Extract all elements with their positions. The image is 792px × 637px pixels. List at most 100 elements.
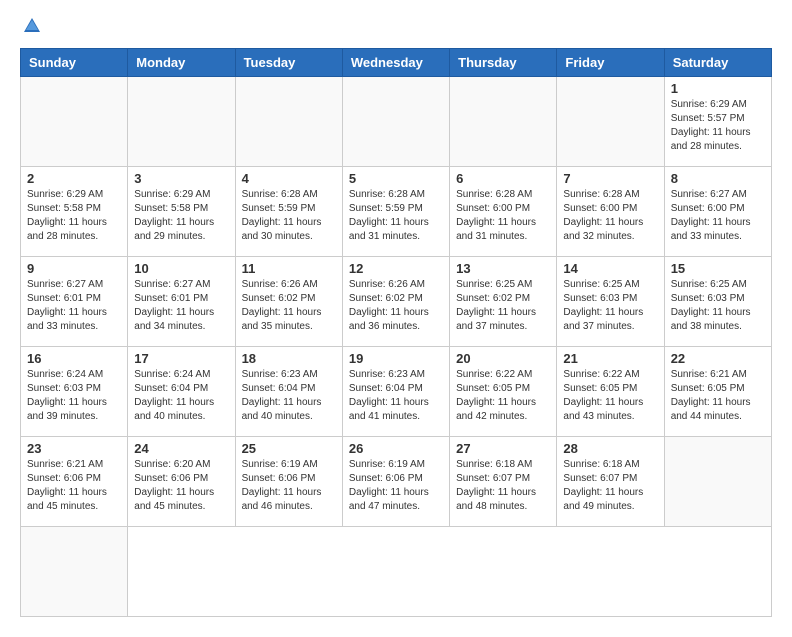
day-info: Sunrise: 6:28 AM Sunset: 6:00 PM Dayligh… <box>456 188 550 244</box>
calendar-week-0: 1 Sunrise: 6:29 AM Sunset: 5:57 PM Daylig… <box>21 77 772 167</box>
calendar-cell-22: 22 Sunrise: 6:21 AM Sunset: 6:05 PM Dayli… <box>664 347 771 437</box>
day-info: Sunrise: 6:29 AM Sunset: 5:58 PM Dayligh… <box>27 188 121 244</box>
calendar-cell-25: 25Sunrise: 6:19 AM Sunset: 6:06 PM Dayli… <box>235 437 342 527</box>
calendar-cell-12: 12 Sunrise: 6:26 AM Sunset: 6:02 PM Dayli… <box>342 257 449 347</box>
day-info: Sunrise: 6:28 AM Sunset: 6:00 PM Dayligh… <box>563 188 657 244</box>
day-info: Sunrise: 6:25 AM Sunset: 6:03 PM Dayligh… <box>671 278 765 334</box>
page: SundayMondayTuesdayWednesdayThursdayFrid… <box>0 0 792 637</box>
day-info: Sunrise: 6:27 AM Sunset: 6:01 PM Dayligh… <box>27 278 121 334</box>
day-number: 4 <box>242 171 336 186</box>
day-number: 8 <box>671 171 765 186</box>
calendar-cell-23: 23 Sunrise: 6:21 AM Sunset: 6:06 PM Dayli… <box>21 437 128 527</box>
day-number: 9 <box>27 261 121 276</box>
day-number: 2 <box>27 171 121 186</box>
day-number: 22 <box>671 351 765 366</box>
day-number: 21 <box>563 351 657 366</box>
calendar-cell-24: 24 Sunrise: 6:20 AM Sunset: 6:06 PM Dayli… <box>128 437 235 527</box>
day-number: 10 <box>134 261 228 276</box>
day-info: Sunrise: 6:29 AM Sunset: 5:58 PM Dayligh… <box>134 188 228 244</box>
day-info: Sunrise: 6:18 AM Sunset: 6:07 PM Dayligh… <box>563 458 657 514</box>
day-number: 11 <box>242 261 336 276</box>
day-info: Sunrise: 6:28 AM Sunset: 5:59 PM Dayligh… <box>349 188 443 244</box>
day-info: Sunrise: 6:26 AM Sunset: 6:02 PM Dayligh… <box>349 278 443 334</box>
calendar-cell-empty <box>235 77 342 167</box>
day-number: 15 <box>671 261 765 276</box>
day-info: Sunrise: 6:23 AM Sunset: 6:04 PM Dayligh… <box>349 368 443 424</box>
calendar-cell-17: 17 Sunrise: 6:24 AM Sunset: 6:04 PM Dayli… <box>128 347 235 437</box>
calendar-cell-empty <box>557 77 664 167</box>
calendar-week-3: 16Sunrise: 6:24 AM Sunset: 6:03 PM Dayli… <box>21 347 772 437</box>
calendar-cell-13: 13 Sunrise: 6:25 AM Sunset: 6:02 PM Dayli… <box>450 257 557 347</box>
day-info: Sunrise: 6:18 AM Sunset: 6:07 PM Dayligh… <box>456 458 550 514</box>
weekday-header-sunday: Sunday <box>21 49 128 77</box>
weekday-header-friday: Friday <box>557 49 664 77</box>
day-info: Sunrise: 6:25 AM Sunset: 6:02 PM Dayligh… <box>456 278 550 334</box>
calendar-cell-21: 21 Sunrise: 6:22 AM Sunset: 6:05 PM Dayli… <box>557 347 664 437</box>
day-number: 13 <box>456 261 550 276</box>
day-number: 14 <box>563 261 657 276</box>
calendar-cell-18: 18 Sunrise: 6:23 AM Sunset: 6:04 PM Dayli… <box>235 347 342 437</box>
calendar-cell-11: 11 Sunrise: 6:26 AM Sunset: 6:02 PM Dayli… <box>235 257 342 347</box>
weekday-header-tuesday: Tuesday <box>235 49 342 77</box>
calendar-cell-15: 15 Sunrise: 6:25 AM Sunset: 6:03 PM Dayli… <box>664 257 771 347</box>
calendar-cell-7: 7 Sunrise: 6:28 AM Sunset: 6:00 PM Daylig… <box>557 167 664 257</box>
calendar-cell-26: 26 Sunrise: 6:19 AM Sunset: 6:06 PM Dayli… <box>342 437 449 527</box>
calendar-cell-6: 6Sunrise: 6:28 AM Sunset: 6:00 PM Daylig… <box>450 167 557 257</box>
day-number: 5 <box>349 171 443 186</box>
day-number: 18 <box>242 351 336 366</box>
day-number: 3 <box>134 171 228 186</box>
day-number: 17 <box>134 351 228 366</box>
calendar-cell-empty <box>664 437 771 527</box>
day-number: 27 <box>456 441 550 456</box>
day-number: 19 <box>349 351 443 366</box>
weekday-header-row: SundayMondayTuesdayWednesdayThursdayFrid… <box>21 49 772 77</box>
weekday-header-monday: Monday <box>128 49 235 77</box>
calendar-cell-5: 5 Sunrise: 6:28 AM Sunset: 5:59 PM Daylig… <box>342 167 449 257</box>
day-info: Sunrise: 6:24 AM Sunset: 6:03 PM Dayligh… <box>27 368 121 424</box>
day-number: 7 <box>563 171 657 186</box>
calendar-cell-9: 9 Sunrise: 6:27 AM Sunset: 6:01 PM Daylig… <box>21 257 128 347</box>
day-info: Sunrise: 6:26 AM Sunset: 6:02 PM Dayligh… <box>242 278 336 334</box>
calendar-cell-2: 2 Sunrise: 6:29 AM Sunset: 5:58 PM Daylig… <box>21 167 128 257</box>
calendar-cell-28: 28 Sunrise: 6:18 AM Sunset: 6:07 PM Dayli… <box>557 437 664 527</box>
weekday-header-saturday: Saturday <box>664 49 771 77</box>
day-info: Sunrise: 6:24 AM Sunset: 6:04 PM Dayligh… <box>134 368 228 424</box>
logo-icon <box>22 16 42 36</box>
day-number: 24 <box>134 441 228 456</box>
day-info: Sunrise: 6:27 AM Sunset: 6:00 PM Dayligh… <box>671 188 765 244</box>
day-info: Sunrise: 6:28 AM Sunset: 5:59 PM Dayligh… <box>242 188 336 244</box>
day-number: 26 <box>349 441 443 456</box>
calendar-cell-1: 1 Sunrise: 6:29 AM Sunset: 5:57 PM Daylig… <box>664 77 771 167</box>
day-info: Sunrise: 6:19 AM Sunset: 6:06 PM Dayligh… <box>242 458 336 514</box>
day-info: Sunrise: 6:21 AM Sunset: 6:05 PM Dayligh… <box>671 368 765 424</box>
day-number: 12 <box>349 261 443 276</box>
calendar-cell-3: 3 Sunrise: 6:29 AM Sunset: 5:58 PM Daylig… <box>128 167 235 257</box>
calendar-cell-4: 4 Sunrise: 6:28 AM Sunset: 5:59 PM Daylig… <box>235 167 342 257</box>
day-number: 20 <box>456 351 550 366</box>
calendar-cell-8: 8 Sunrise: 6:27 AM Sunset: 6:00 PM Daylig… <box>664 167 771 257</box>
day-number: 1 <box>671 81 765 96</box>
day-number: 28 <box>563 441 657 456</box>
calendar-cell-19: 19 Sunrise: 6:23 AM Sunset: 6:04 PM Dayli… <box>342 347 449 437</box>
calendar-week-5 <box>21 527 772 617</box>
calendar-week-4: 23 Sunrise: 6:21 AM Sunset: 6:06 PM Dayli… <box>21 437 772 527</box>
day-info: Sunrise: 6:29 AM Sunset: 5:57 PM Dayligh… <box>671 98 765 154</box>
calendar-cell-16: 16Sunrise: 6:24 AM Sunset: 6:03 PM Dayli… <box>21 347 128 437</box>
day-info: Sunrise: 6:21 AM Sunset: 6:06 PM Dayligh… <box>27 458 121 514</box>
calendar-cell-20: 20Sunrise: 6:22 AM Sunset: 6:05 PM Dayli… <box>450 347 557 437</box>
calendar-cell-empty <box>450 77 557 167</box>
weekday-header-wednesday: Wednesday <box>342 49 449 77</box>
day-info: Sunrise: 6:20 AM Sunset: 6:06 PM Dayligh… <box>134 458 228 514</box>
calendar-cell-10: 10Sunrise: 6:27 AM Sunset: 6:01 PM Dayli… <box>128 257 235 347</box>
calendar-week-1: 2 Sunrise: 6:29 AM Sunset: 5:58 PM Daylig… <box>21 167 772 257</box>
calendar-cell-empty <box>21 527 128 617</box>
day-info: Sunrise: 6:19 AM Sunset: 6:06 PM Dayligh… <box>349 458 443 514</box>
day-info: Sunrise: 6:23 AM Sunset: 6:04 PM Dayligh… <box>242 368 336 424</box>
header <box>20 16 772 36</box>
calendar-cell-empty <box>128 77 235 167</box>
calendar-cell-27: 27 Sunrise: 6:18 AM Sunset: 6:07 PM Dayli… <box>450 437 557 527</box>
calendar-cell-14: 14Sunrise: 6:25 AM Sunset: 6:03 PM Dayli… <box>557 257 664 347</box>
day-number: 23 <box>27 441 121 456</box>
calendar-week-2: 9 Sunrise: 6:27 AM Sunset: 6:01 PM Daylig… <box>21 257 772 347</box>
day-info: Sunrise: 6:22 AM Sunset: 6:05 PM Dayligh… <box>563 368 657 424</box>
